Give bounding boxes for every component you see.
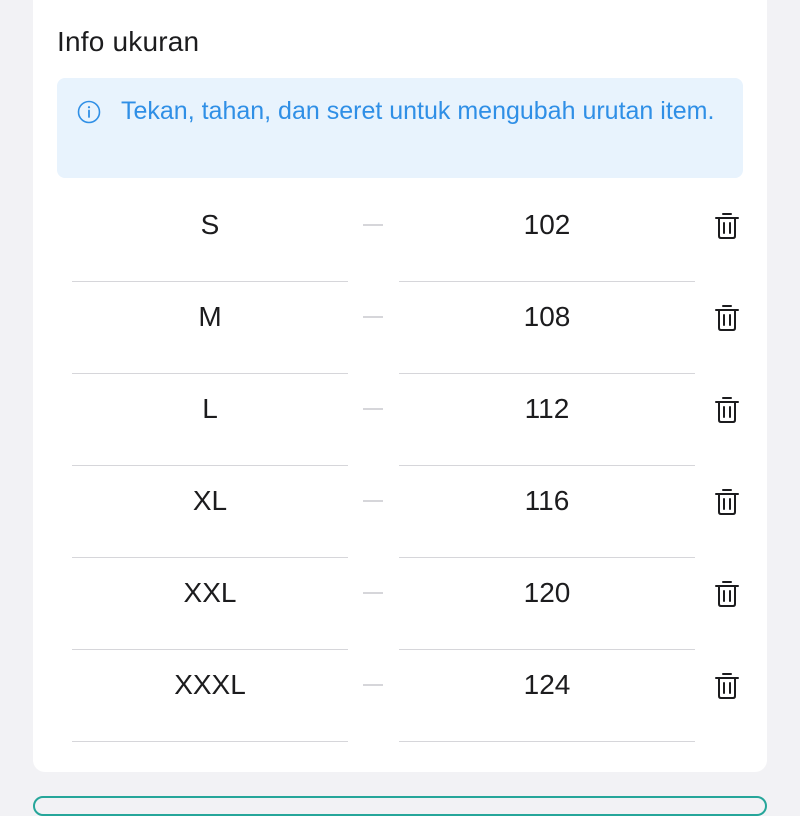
- row-separator-dash: [363, 408, 383, 410]
- size-name-field[interactable]: S: [72, 190, 348, 282]
- row-separator-dash: [363, 500, 383, 502]
- size-name-field[interactable]: M: [72, 282, 348, 374]
- row-separator-dash: [363, 224, 383, 226]
- trash-icon[interactable]: [714, 580, 740, 608]
- section-title: Info ukuran: [57, 26, 200, 57]
- size-value-field[interactable]: 102: [399, 190, 695, 282]
- size-row[interactable]: L 112: [33, 374, 767, 466]
- size-list: S 102 M 108 L 112 XL 116 XXL 120 XXXL 12…: [33, 190, 767, 742]
- trash-icon[interactable]: [714, 212, 740, 240]
- size-name-field[interactable]: XXXL: [72, 650, 348, 742]
- info-banner: Tekan, tahan, dan seret untuk mengubah u…: [57, 78, 743, 178]
- info-circle-icon: [77, 100, 101, 124]
- size-value-field[interactable]: 120: [399, 558, 695, 650]
- size-row[interactable]: XXL 120: [33, 558, 767, 650]
- trash-icon[interactable]: [714, 488, 740, 516]
- size-value-field[interactable]: 124: [399, 650, 695, 742]
- size-info-card: Info ukuran Tekan, tahan, dan seret untu…: [33, 0, 767, 772]
- trash-icon[interactable]: [714, 304, 740, 332]
- info-banner-text: Tekan, tahan, dan seret untuk mengubah u…: [121, 97, 715, 125]
- size-row[interactable]: S 102: [33, 190, 767, 282]
- size-value-field[interactable]: 108: [399, 282, 695, 374]
- size-name-field[interactable]: XL: [72, 466, 348, 558]
- row-separator-dash: [363, 316, 383, 318]
- size-name-field[interactable]: L: [72, 374, 348, 466]
- size-name-field[interactable]: XXL: [72, 558, 348, 650]
- size-row[interactable]: XXXL 124: [33, 650, 767, 742]
- size-row[interactable]: XL 116: [33, 466, 767, 558]
- size-row[interactable]: M 108: [33, 282, 767, 374]
- row-separator-dash: [363, 684, 383, 686]
- next-card-edge: [33, 796, 767, 816]
- row-separator-dash: [363, 592, 383, 594]
- size-value-field[interactable]: 112: [399, 374, 695, 466]
- size-value-field[interactable]: 116: [399, 466, 695, 558]
- trash-icon[interactable]: [714, 672, 740, 700]
- trash-icon[interactable]: [714, 396, 740, 424]
